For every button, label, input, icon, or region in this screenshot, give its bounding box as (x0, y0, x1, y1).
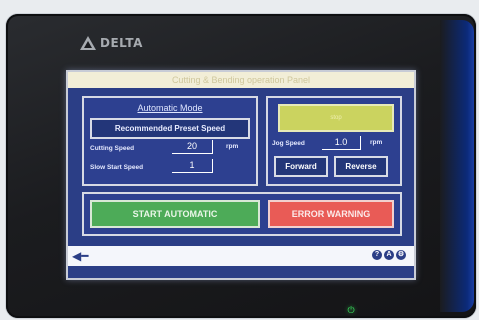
slow-start-speed-label: Slow Start Speed (90, 164, 144, 171)
reverse-button[interactable]: Reverse (334, 156, 388, 177)
footer-icon-group: ? A ⚙ (372, 250, 406, 260)
jog-speed-label: Jog Speed (272, 140, 305, 147)
user-icon[interactable]: A (384, 250, 394, 260)
automatic-mode-panel: Automatic Mode Recommended Preset Speed … (82, 96, 258, 186)
jog-speed-input[interactable]: 1.0 (322, 136, 361, 150)
help-icon[interactable]: ? (372, 250, 382, 260)
slow-start-speed-input[interactable]: 1 (172, 159, 213, 173)
jog-panel: stop Jog Speed 1.0 rpm Forward Reverse (266, 96, 402, 186)
recommended-preset-speed-button[interactable]: Recommended Preset Speed (90, 118, 250, 139)
jog-status-indicator: stop (278, 104, 394, 132)
hmi-screen: Cutting & Bending operation Panel Automa… (66, 70, 416, 280)
footer-bar: ◀━ ? A ⚙ (68, 246, 414, 266)
jog-speed-unit: rpm (370, 139, 383, 146)
cutting-speed-input[interactable]: 20 (172, 140, 213, 154)
power-icon: ⏻ (347, 305, 355, 315)
brand-name: DELTA (100, 36, 143, 50)
cutting-speed-label: Cutting Speed (90, 145, 135, 152)
automatic-mode-title: Automatic Mode (137, 103, 203, 113)
delta-logo-icon (80, 36, 96, 50)
screen-title: Cutting & Bending operation Panel (68, 72, 414, 88)
forward-button[interactable]: Forward (274, 156, 328, 177)
error-warning-button[interactable]: ERROR WARNING (268, 200, 394, 228)
cutting-speed-unit: rpm (226, 143, 239, 150)
settings-icon[interactable]: ⚙ (396, 250, 406, 260)
action-panel: START AUTOMATIC ERROR WARNING (82, 192, 402, 236)
bezel-side-panel (440, 20, 474, 312)
back-arrow-icon[interactable]: ◀━ (72, 250, 88, 262)
brand-logo-group: DELTA (80, 36, 143, 50)
start-automatic-button[interactable]: START AUTOMATIC (90, 200, 260, 228)
